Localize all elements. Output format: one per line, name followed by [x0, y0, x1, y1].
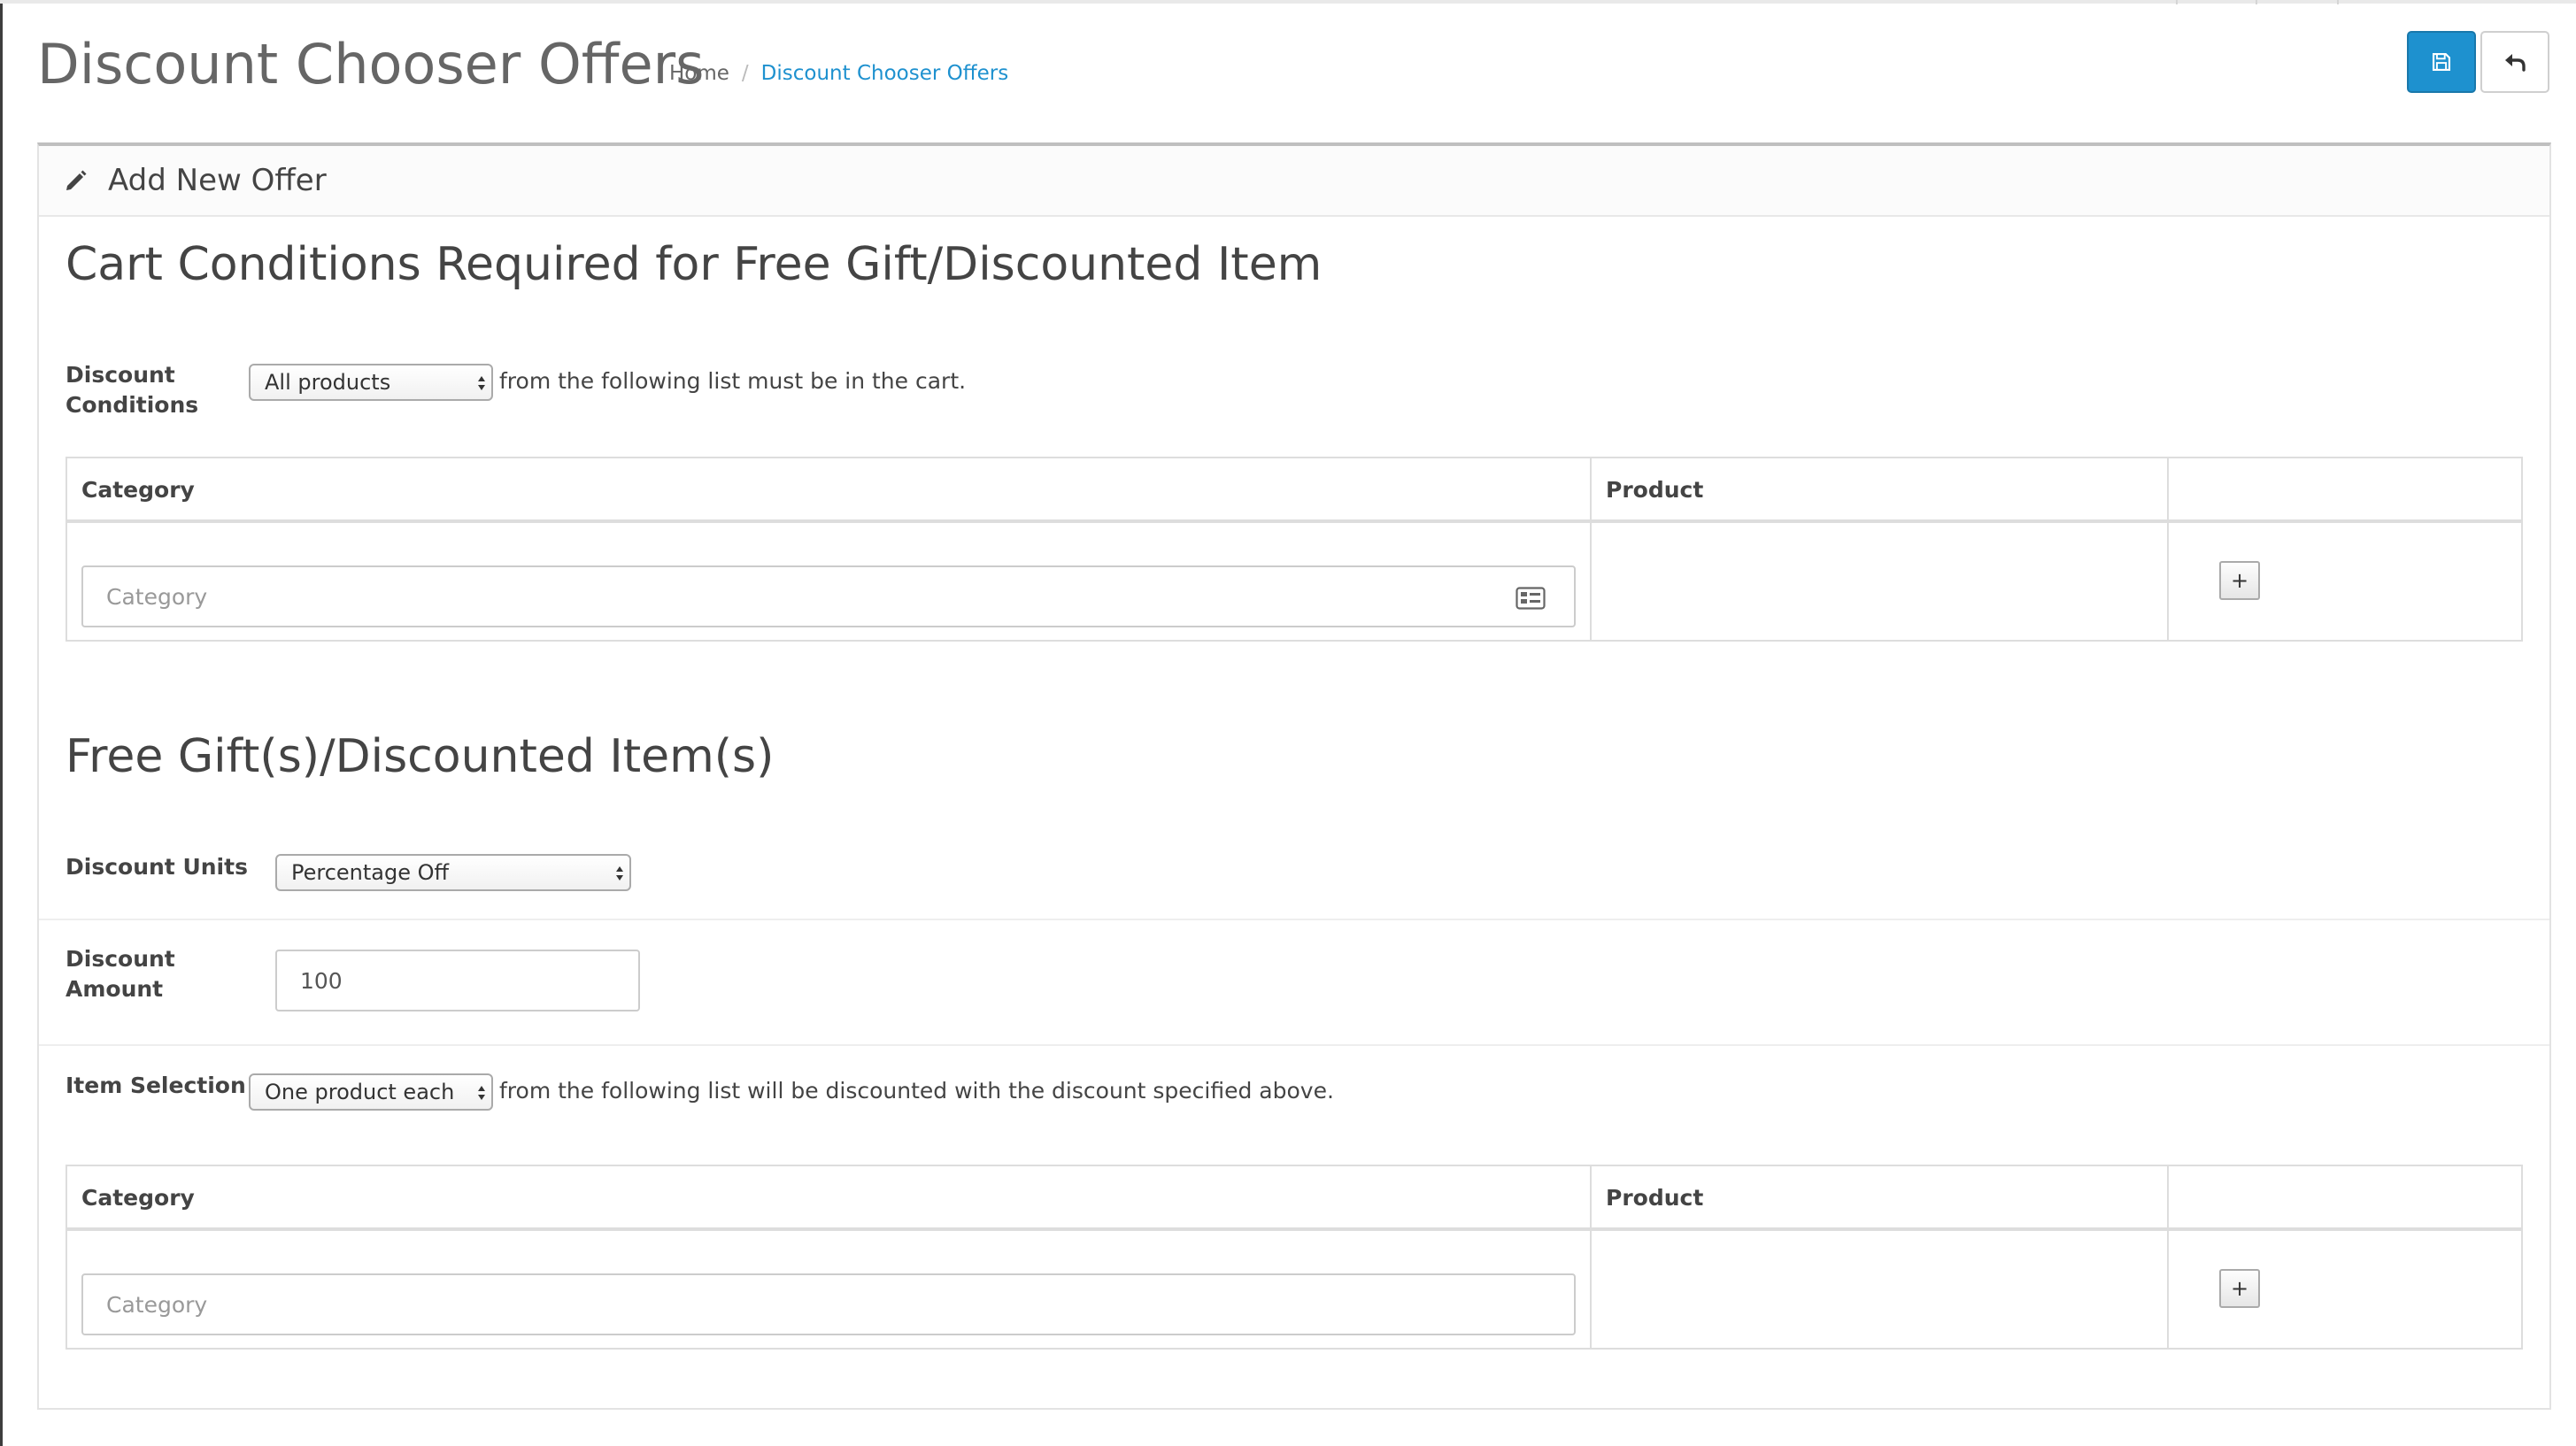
- breadcrumb-separator: /: [741, 62, 749, 85]
- add-condition-row-button[interactable]: +: [2219, 561, 2260, 600]
- panel-heading: Add New Offer: [39, 146, 2549, 217]
- top-nav-divider: [2256, 0, 2257, 4]
- breadcrumb: Home / Discount Chooser Offers: [669, 62, 1008, 85]
- column-header-product: Product: [1606, 1184, 1704, 1211]
- list-icon[interactable]: [1516, 587, 1546, 610]
- item-selection-suffix: from the following list will be discount…: [499, 1078, 1334, 1104]
- form-row-divider: [39, 1044, 2549, 1046]
- add-gift-row-button[interactable]: +: [2219, 1269, 2260, 1308]
- column-divider: [1590, 458, 1592, 640]
- breadcrumb-home-link[interactable]: Home: [669, 62, 729, 85]
- pencil-icon: [66, 170, 87, 190]
- form-row-divider: [39, 919, 2549, 920]
- category-input[interactable]: Category: [81, 1273, 1576, 1335]
- item-selection-label: Item Selection: [66, 1073, 246, 1098]
- select-arrows-icon: [478, 1086, 485, 1100]
- category-placeholder: Category: [106, 1291, 208, 1318]
- discount-conditions-suffix: from the following list must be in the c…: [499, 368, 967, 394]
- table-header-divider: [67, 519, 2521, 523]
- save-icon: [2432, 52, 2451, 72]
- table-header-divider: [67, 1227, 2521, 1231]
- column-divider: [2167, 1166, 2169, 1348]
- discount-amount-value: 100: [300, 967, 343, 994]
- cart-conditions-title: Cart Conditions Required for Free Gift/D…: [66, 238, 1323, 291]
- column-divider: [1590, 1166, 1592, 1348]
- column-header-category: Category: [81, 476, 195, 503]
- item-selection-value: One product each: [265, 1080, 455, 1104]
- item-selection-select[interactable]: One product each: [249, 1073, 493, 1111]
- back-button[interactable]: [2480, 31, 2549, 93]
- window-left-border: [0, 0, 3, 1446]
- free-gifts-title: Free Gift(s)/Discounted Item(s): [66, 730, 775, 783]
- conditions-table: Category Product Category +: [66, 457, 2523, 642]
- discount-units-value: Percentage Off: [291, 860, 450, 885]
- breadcrumb-current-link[interactable]: Discount Chooser Offers: [761, 62, 1009, 85]
- column-header-action: [2169, 1166, 2521, 1228]
- column-divider: [2167, 458, 2169, 640]
- top-nav-edge: [0, 0, 2576, 4]
- select-arrows-icon: [616, 866, 623, 881]
- column-header-action: [2169, 458, 2521, 520]
- discount-units-select[interactable]: Percentage Off: [275, 854, 631, 891]
- reply-icon: [2505, 54, 2526, 72]
- gifts-table: Category Product Category +: [66, 1165, 2523, 1350]
- discount-units-label: Discount Units: [66, 854, 248, 880]
- top-nav-divider: [2337, 0, 2339, 4]
- select-arrows-icon: [478, 376, 485, 390]
- panel-heading-title: Add New Offer: [108, 163, 327, 198]
- discount-amount-input[interactable]: 100: [275, 950, 640, 1011]
- discount-conditions-label: Discount Conditions: [66, 362, 199, 418]
- discount-conditions-value: All products: [265, 370, 391, 395]
- offer-form-panel: Add New Offer Cart Conditions Required f…: [37, 142, 2551, 1410]
- top-nav-divider: [2176, 0, 2178, 4]
- category-placeholder: Category: [106, 583, 208, 610]
- column-header-product: Product: [1606, 476, 1704, 503]
- discount-conditions-select[interactable]: All products: [249, 364, 493, 401]
- column-header-category: Category: [81, 1184, 195, 1211]
- category-input[interactable]: Category: [81, 565, 1576, 627]
- page-title: Discount Chooser Offers: [37, 32, 705, 96]
- save-button[interactable]: [2407, 31, 2476, 93]
- discount-amount-label: Discount Amount: [66, 946, 175, 1002]
